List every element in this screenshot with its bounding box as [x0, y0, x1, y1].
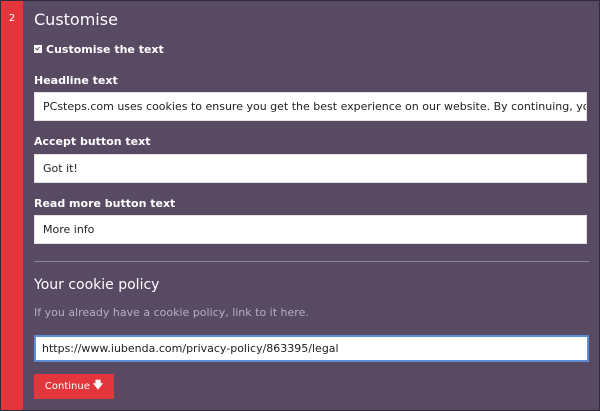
read-more-button-text-input[interactable]: More info: [34, 215, 587, 244]
continue-button[interactable]: Continue 🡇: [34, 374, 114, 399]
customise-text-label[interactable]: Customise the text: [46, 43, 164, 56]
section-divider: [34, 261, 589, 262]
customise-text-checkbox[interactable]: [34, 45, 42, 53]
accept-button-text-label: Accept button text: [34, 135, 151, 148]
continue-button-label: Continue: [44, 381, 90, 392]
headline-text-input[interactable]: PCsteps.com uses cookies to ensure you g…: [34, 92, 587, 121]
cookie-policy-url-input[interactable]: https://www.iubenda.com/privacy-policy/8…: [34, 335, 589, 362]
step-number: 2: [8, 13, 16, 24]
cookie-policy-helper-text: If you already have a cookie policy, lin…: [34, 306, 309, 319]
cookie-policy-title: Your cookie policy: [34, 277, 160, 293]
headline-text-label: Headline text: [34, 74, 118, 87]
accept-button-text-input[interactable]: Got it!: [34, 154, 587, 183]
customise-panel: 2 Customise Customise the text Headline …: [0, 0, 600, 411]
section-title: Customise: [34, 10, 118, 29]
arrow-down-icon: 🡇: [92, 380, 104, 391]
read-more-button-text-label: Read more button text: [34, 197, 176, 210]
step-indicator-strip: 2: [1, 1, 23, 410]
customise-text-checkbox-row[interactable]: Customise the text: [34, 41, 164, 57]
